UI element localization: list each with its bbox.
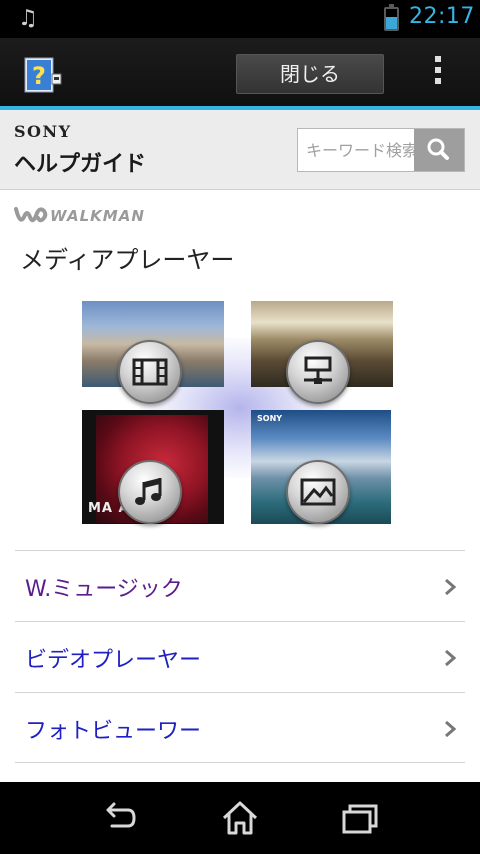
clock: 22:17: [409, 4, 475, 29]
video-film-icon[interactable]: [118, 340, 182, 404]
svg-text:?: ?: [32, 62, 46, 90]
battery-icon: [384, 4, 399, 31]
main-content: WALKMAN メディアプレーヤー MA AKA SONY W.ミュージック ビ…: [0, 190, 480, 782]
battery-level: [386, 17, 397, 29]
music-note-icon: ♫: [18, 6, 38, 31]
search-icon: [427, 138, 449, 160]
close-button[interactable]: 閉じる: [236, 54, 384, 94]
menu-item-photo-viewer[interactable]: フォトビューワー: [15, 692, 465, 763]
menu-item-w-music[interactable]: W.ミュージック: [15, 550, 465, 621]
walkman-w-icon: [14, 207, 48, 223]
chevron-right-icon: [445, 649, 457, 667]
walkman-logo: WALKMAN: [14, 204, 145, 228]
search-box: [297, 128, 465, 172]
menu-list: W.ミュージック ビデオプレーヤー フォトビューワー: [15, 550, 465, 763]
menu-item-label: フォトビューワー: [25, 719, 202, 744]
media-tiles: MA AKA SONY: [80, 298, 400, 528]
status-bar: ♫ 22:17: [0, 0, 480, 38]
walkman-wordmark: WALKMAN: [50, 207, 145, 225]
overflow-menu-icon[interactable]: [428, 56, 448, 92]
help-guide-icon[interactable]: ?: [24, 56, 62, 94]
help-guide-title: ヘルプガイド: [14, 152, 147, 177]
chevron-right-icon: [445, 720, 457, 738]
action-bar: ? 閉じる: [0, 38, 480, 106]
music-note-icon[interactable]: [118, 460, 182, 524]
photo-cover-brand: SONY: [257, 414, 283, 423]
menu-item-label: ビデオプレーヤー: [25, 648, 202, 673]
page-title: メディアプレーヤー: [20, 246, 235, 274]
help-header: SONY ヘルプガイド: [0, 110, 480, 190]
photo-icon[interactable]: [286, 460, 350, 524]
sony-logo: SONY: [14, 122, 72, 141]
navigation-bar: [0, 782, 480, 854]
menu-item-label: W.ミュージック: [25, 577, 183, 602]
recent-apps-icon[interactable]: [340, 800, 380, 836]
network-icon[interactable]: [286, 340, 350, 404]
back-icon[interactable]: [100, 800, 140, 836]
menu-item-video-player[interactable]: ビデオプレーヤー: [15, 621, 465, 692]
home-icon[interactable]: [220, 800, 260, 836]
search-input[interactable]: [298, 129, 414, 171]
search-button[interactable]: [414, 129, 464, 171]
chevron-right-icon: [445, 578, 457, 596]
